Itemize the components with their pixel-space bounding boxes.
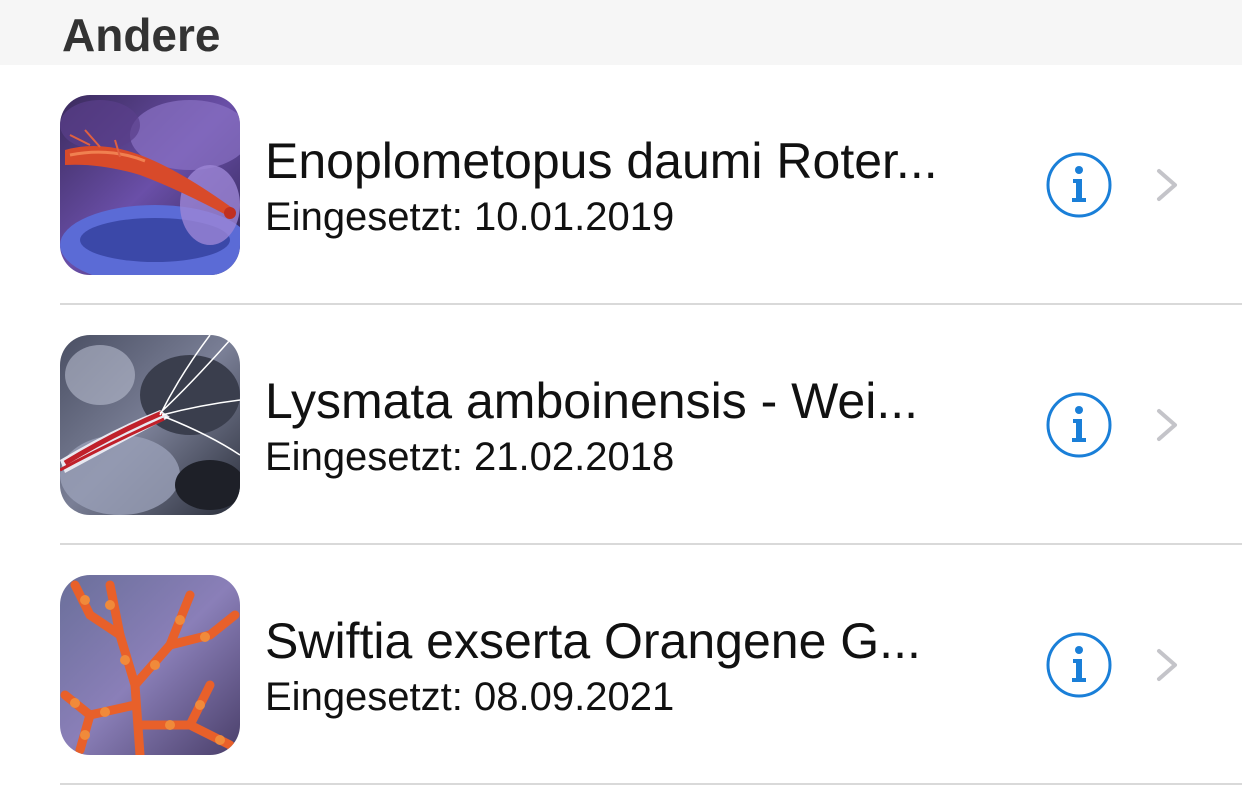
item-title: Swiftia exserta Orangene G... (265, 613, 921, 669)
info-circle-icon[interactable] (1046, 392, 1112, 458)
item-subtitle: Eingesetzt: 10.01.2019 (265, 195, 675, 239)
item-subtitle: Eingesetzt: 21.02.2018 (265, 435, 675, 479)
section-title: Andere (62, 9, 221, 61)
item-subtitle: Eingesetzt: 08.09.2021 (265, 675, 675, 719)
item-title: Enoplometopus daumi Roter... (265, 133, 938, 189)
info-circle-icon[interactable] (1046, 152, 1112, 218)
info-circle-icon[interactable] (1046, 632, 1112, 698)
list-item[interactable]: Swiftia exserta Orangene G... Eingesetzt… (0, 545, 1242, 785)
chevron-right-icon (1157, 409, 1177, 441)
item-thumbnail (60, 575, 240, 755)
chevron-right-icon (1157, 169, 1177, 201)
list-item[interactable]: Lysmata amboinensis - Wei... Eingesetzt:… (0, 305, 1242, 545)
section-header: Andere (0, 0, 1242, 65)
item-thumbnail (60, 95, 240, 275)
item-thumbnail (60, 335, 240, 515)
list-item[interactable]: Enoplometopus daumi Roter... Eingesetzt:… (0, 65, 1242, 305)
red-reef-lobster-photo (60, 95, 240, 275)
item-list: Enoplometopus daumi Roter... Eingesetzt:… (0, 65, 1242, 785)
orange-gorgonian-photo (60, 575, 240, 755)
chevron-right-icon (1157, 649, 1177, 681)
item-title: Lysmata amboinensis - Wei... (265, 373, 919, 429)
cleaner-shrimp-photo (60, 335, 240, 515)
